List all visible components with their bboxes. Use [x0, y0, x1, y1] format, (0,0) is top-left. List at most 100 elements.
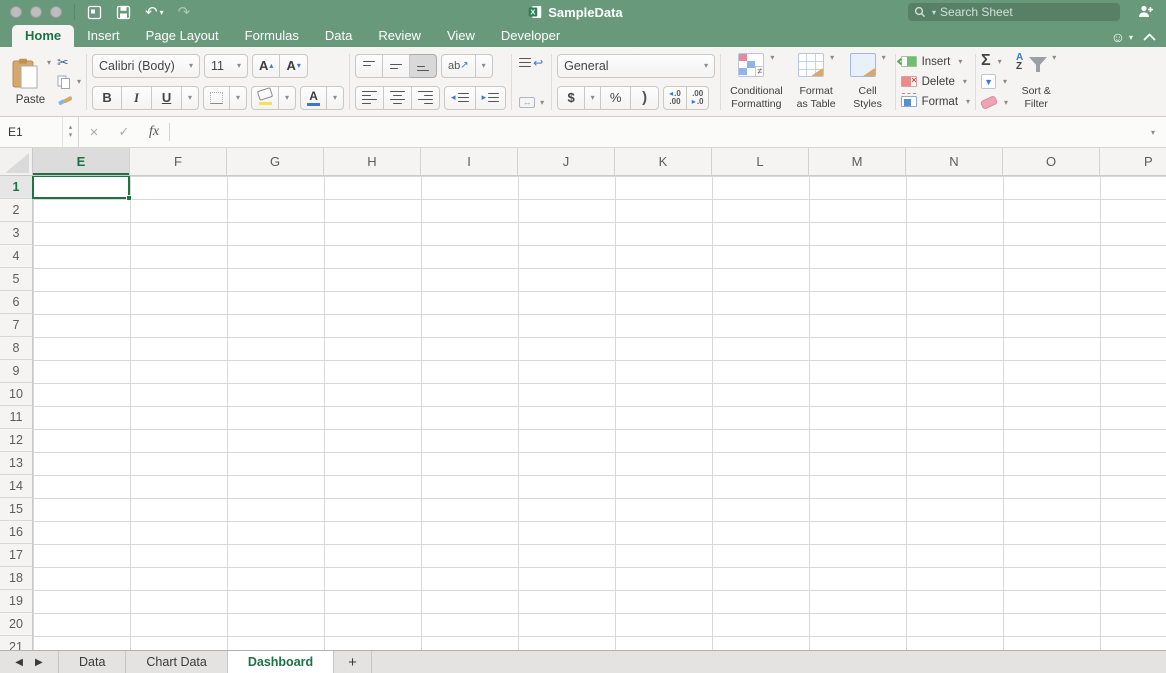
name-box[interactable]: E1: [0, 117, 62, 147]
ribbon-tab-home[interactable]: Home: [12, 25, 74, 47]
fill-color-button[interactable]: [251, 86, 279, 110]
font-color-chevron-button[interactable]: ▾: [327, 86, 344, 110]
sheet-tab-dashboard[interactable]: Dashboard: [227, 651, 334, 673]
row-header-10[interactable]: 10: [0, 383, 32, 406]
selected-cell-outline[interactable]: [32, 176, 130, 199]
row-header-15[interactable]: 15: [0, 498, 32, 521]
minimize-window-button[interactable]: [30, 6, 42, 18]
row-header-5[interactable]: 5: [0, 268, 32, 291]
column-header-g[interactable]: G: [227, 148, 324, 175]
row-header-4[interactable]: 4: [0, 245, 32, 268]
column-header-f[interactable]: F: [130, 148, 227, 175]
sheet-tab-data[interactable]: Data: [58, 651, 126, 673]
select-all-corner[interactable]: [0, 148, 33, 175]
cancel-entry-icon[interactable]: ×: [79, 117, 109, 147]
autosum-button[interactable]: Σ ▾: [981, 53, 1008, 70]
decrease-decimal-button[interactable]: .00 ▸.0: [687, 86, 710, 110]
row-header-17[interactable]: 17: [0, 544, 32, 567]
row-header-6[interactable]: 6: [0, 291, 32, 314]
ribbon-tab-view[interactable]: View: [434, 25, 488, 47]
ribbon-tab-insert[interactable]: Insert: [74, 25, 133, 47]
row-header-19[interactable]: 19: [0, 590, 32, 613]
increase-font-size-button[interactable]: A▴: [252, 54, 280, 78]
format-as-table-button[interactable]: ▾ Formatas Table: [793, 52, 840, 112]
row-header-3[interactable]: 3: [0, 222, 32, 245]
borders-button[interactable]: [203, 86, 230, 110]
add-sheet-button[interactable]: +: [333, 651, 372, 673]
undo-chevron-icon[interactable]: ▾: [160, 8, 164, 17]
cell-styles-button[interactable]: ▾ CellStyles: [846, 52, 890, 112]
align-top-button[interactable]: [355, 54, 383, 78]
format-painter-button[interactable]: [57, 93, 81, 109]
clear-button[interactable]: ▾: [981, 94, 1008, 111]
column-header-k[interactable]: K: [615, 148, 712, 175]
increase-decimal-button[interactable]: ◂.0 .00: [663, 86, 687, 110]
copy-button[interactable]: ▾: [57, 74, 81, 90]
next-sheet-button[interactable]: ▶: [35, 657, 43, 668]
insert-function-icon[interactable]: fx: [139, 117, 169, 147]
number-format-select[interactable]: General▾: [557, 54, 715, 78]
row-header-7[interactable]: 7: [0, 314, 32, 337]
align-bottom-button[interactable]: [410, 54, 437, 78]
collapse-ribbon-button[interactable]: [1143, 33, 1156, 41]
column-header-m[interactable]: M: [809, 148, 906, 175]
insert-cells-button[interactable]: Insert ▾: [901, 54, 970, 70]
wrap-text-button[interactable]: ↩: [519, 56, 543, 70]
delete-cells-button[interactable]: × Delete ▾: [901, 74, 970, 90]
zoom-window-button[interactable]: [50, 6, 62, 18]
row-header-2[interactable]: 2: [0, 199, 32, 222]
orientation-button[interactable]: ab↗: [441, 54, 476, 78]
row-header-9[interactable]: 9: [0, 360, 32, 383]
paste-button[interactable]: ▾: [10, 58, 51, 92]
align-middle-button[interactable]: [383, 54, 410, 78]
ribbon-tab-developer[interactable]: Developer: [488, 25, 573, 47]
cut-button[interactable]: ✂: [57, 55, 81, 71]
feedback-smiley-button[interactable]: ☺ ▾: [1111, 30, 1133, 44]
align-left-button[interactable]: [355, 86, 384, 110]
italic-button[interactable]: I: [122, 86, 152, 110]
column-header-o[interactable]: O: [1003, 148, 1100, 175]
merge-chevron-icon[interactable]: ▾: [540, 98, 544, 107]
currency-chevron-button[interactable]: ▾: [585, 86, 601, 110]
bold-button[interactable]: B: [92, 86, 122, 110]
column-header-h[interactable]: H: [324, 148, 421, 175]
row-header-21[interactable]: 21: [0, 636, 32, 650]
format-cells-button[interactable]: Format ▾: [901, 94, 970, 110]
row-header-13[interactable]: 13: [0, 452, 32, 475]
borders-chevron-button[interactable]: ▾: [230, 86, 247, 110]
row-header-1[interactable]: 1: [0, 176, 32, 199]
underline-button[interactable]: U: [152, 86, 182, 110]
previous-sheet-button[interactable]: ◀: [15, 657, 23, 668]
row-header-16[interactable]: 16: [0, 521, 32, 544]
ribbon-tab-page-layout[interactable]: Page Layout: [133, 25, 232, 47]
new-workbook-icon[interactable]: [87, 5, 102, 20]
row-header-8[interactable]: 8: [0, 337, 32, 360]
align-center-button[interactable]: [384, 86, 412, 110]
row-header-18[interactable]: 18: [0, 567, 32, 590]
name-box-stepper[interactable]: ▴▾: [62, 117, 78, 147]
copy-chevron-icon[interactable]: ▾: [77, 77, 81, 86]
fill-handle[interactable]: [126, 195, 132, 201]
column-header-e[interactable]: E: [33, 148, 130, 175]
row-header-11[interactable]: 11: [0, 406, 32, 429]
cell-grid[interactable]: [33, 176, 1166, 650]
merge-cells-button[interactable]: ↔ ▾: [519, 97, 544, 108]
font-name-select[interactable]: Calibri (Body)▾: [92, 54, 200, 78]
search-scope-chevron-icon[interactable]: ▾: [932, 8, 936, 17]
column-header-p[interactable]: P: [1100, 148, 1166, 175]
fill-button[interactable]: ▼ ▾: [981, 73, 1008, 90]
font-color-button[interactable]: A: [300, 86, 327, 110]
comma-format-button[interactable]: ): [631, 86, 659, 110]
column-header-i[interactable]: I: [421, 148, 518, 175]
decrease-indent-button[interactable]: ◂: [444, 86, 476, 110]
column-header-n[interactable]: N: [906, 148, 1003, 175]
underline-chevron-button[interactable]: ▾: [182, 86, 199, 110]
conditional-formatting-button[interactable]: ≠ ▾ ConditionalFormatting: [726, 52, 787, 112]
decrease-font-size-button[interactable]: A▾: [280, 54, 307, 78]
row-header-12[interactable]: 12: [0, 429, 32, 452]
confirm-entry-icon[interactable]: ✓: [109, 117, 139, 147]
align-right-button[interactable]: [412, 86, 440, 110]
fill-color-chevron-button[interactable]: ▾: [279, 86, 296, 110]
undo-button[interactable]: ↶ ▾: [145, 5, 164, 20]
font-size-select[interactable]: 11▾: [204, 54, 248, 78]
